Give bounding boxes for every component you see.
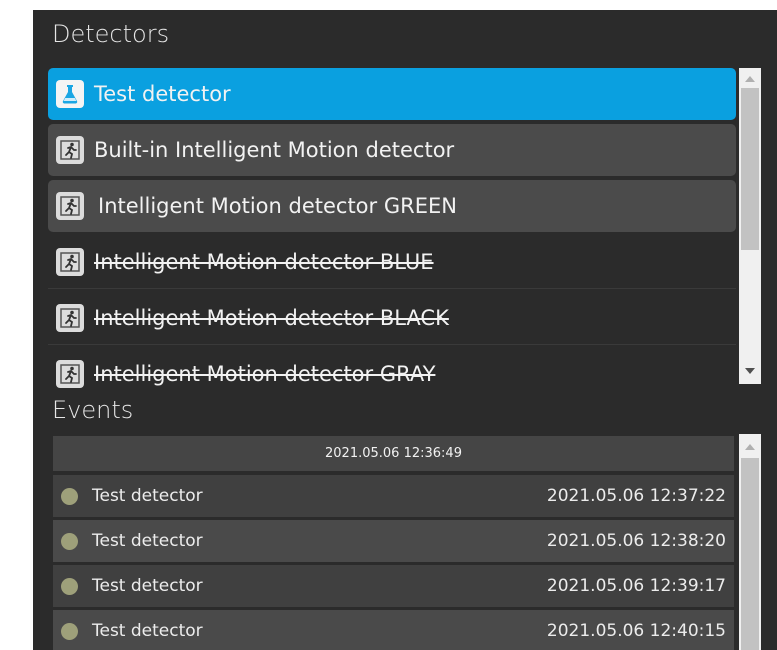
event-row[interactable]: Test detector 2021.05.06 12:40:15 (53, 610, 734, 650)
event-time: 2021.05.06 12:38:20 (546, 531, 726, 551)
detectors-title: Detectors (52, 20, 170, 48)
detector-label: Test detector (94, 82, 231, 106)
event-time: 2021.05.06 12:37:22 (546, 486, 726, 506)
event-name: Test detector (92, 531, 203, 551)
event-row[interactable]: Test detector 2021.05.06 12:37:22 (53, 475, 734, 517)
flask-icon (56, 80, 84, 108)
scroll-up-icon[interactable] (739, 72, 761, 86)
running-man-icon (56, 248, 84, 276)
detector-item-black[interactable]: Intelligent Motion detector BLACK (48, 292, 736, 345)
event-name: Test detector (92, 486, 203, 506)
event-time: 2021.05.06 12:40:15 (546, 621, 726, 641)
detector-label: Intelligent Motion detector GREEN (98, 194, 457, 218)
detector-label: Built-in Intelligent Motion detector (94, 138, 455, 162)
detector-item-gray[interactable]: Intelligent Motion detector GRAY (48, 348, 736, 390)
running-man-icon (56, 192, 84, 220)
detector-item-test[interactable]: Test detector (48, 68, 736, 120)
detector-label: Intelligent Motion detector BLACK (94, 306, 449, 330)
event-name: Test detector (92, 576, 203, 596)
events-list: 2021.05.06 12:36:49 Test detector 2021.0… (53, 436, 734, 650)
detector-item-blue[interactable]: Intelligent Motion detector BLUE (48, 236, 736, 289)
detector-scrollbar[interactable] (739, 68, 761, 384)
event-status-dot (61, 532, 78, 550)
events-scrollbar[interactable] (739, 434, 761, 650)
event-row[interactable]: Test detector 2021.05.06 12:39:17 (53, 565, 734, 607)
detector-label: Intelligent Motion detector BLUE (94, 250, 434, 274)
event-row[interactable]: Test detector 2021.05.06 12:38:20 (53, 520, 734, 562)
event-status-dot (61, 622, 78, 640)
running-man-icon (56, 136, 84, 164)
events-header-time: 2021.05.06 12:36:49 (53, 436, 734, 471)
scroll-down-icon[interactable] (739, 364, 761, 378)
event-status-dot (61, 577, 78, 595)
event-name: Test detector (92, 621, 203, 641)
scroll-up-icon[interactable] (739, 440, 761, 454)
detector-item-builtin[interactable]: Built-in Intelligent Motion detector (48, 124, 736, 176)
events-scroll-thumb[interactable] (741, 458, 759, 650)
detector-scroll-thumb[interactable] (741, 88, 759, 250)
event-status-dot (61, 487, 78, 505)
running-man-icon (56, 304, 84, 332)
running-man-icon (56, 360, 84, 388)
detector-label: Intelligent Motion detector GRAY (94, 362, 436, 386)
detector-item-green[interactable]: Intelligent Motion detector GREEN (48, 180, 736, 232)
detector-list: Test detector Built-in Intelligent Motio… (48, 68, 736, 390)
event-time: 2021.05.06 12:39:17 (546, 576, 726, 596)
events-title: Events (52, 396, 134, 424)
